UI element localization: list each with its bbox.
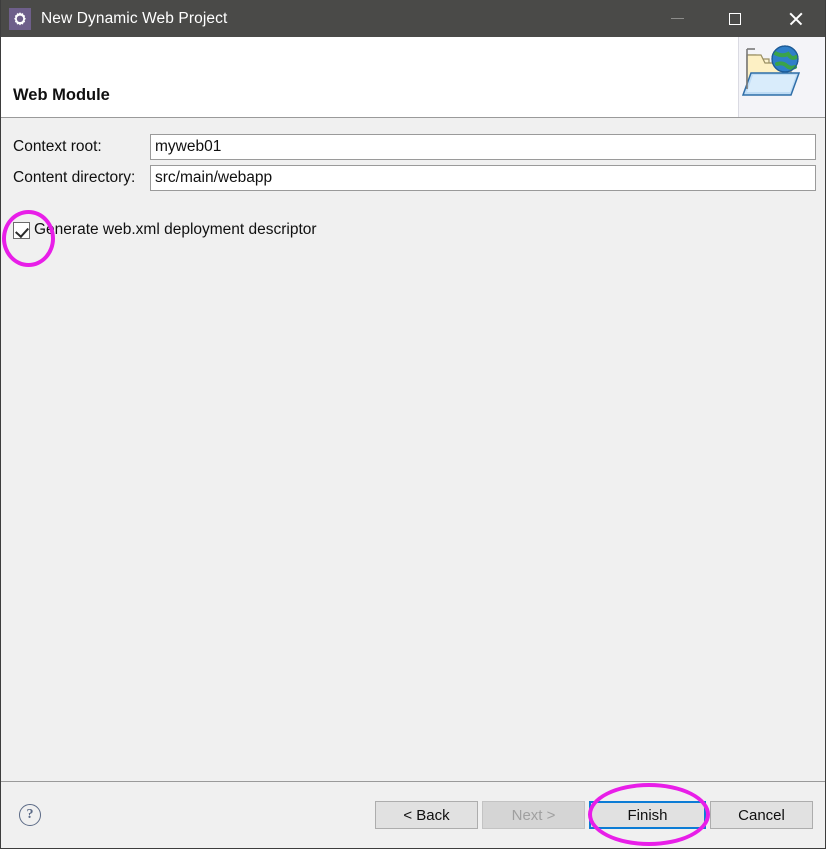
window-title: New Dynamic Web Project: [41, 9, 228, 27]
wizard-body: Context root: Content directory: Generat…: [1, 118, 825, 781]
generate-webxml-label: Generate web.xml deployment descriptor: [34, 221, 317, 238]
checkmark-icon: [15, 223, 29, 238]
window-controls: [648, 0, 825, 37]
maximize-icon[interactable]: [706, 0, 764, 37]
finish-button[interactable]: Finish: [589, 801, 706, 829]
generate-webxml-row[interactable]: Generate web.xml deployment descriptor: [13, 221, 317, 239]
wizard-header: Web Module Configure web module settings…: [1, 37, 825, 135]
generate-webxml-checkbox[interactable]: [13, 221, 30, 239]
context-root-input[interactable]: [150, 134, 816, 160]
content-directory-label: Content directory:: [13, 169, 136, 186]
close-icon[interactable]: [764, 0, 825, 37]
content-directory-row: Content directory:: [1, 165, 816, 191]
new-dynamic-web-project-dialog: New Dynamic Web Project Web Module Confi…: [0, 0, 826, 849]
context-root-label: Context root:: [13, 138, 102, 155]
title-bar: New Dynamic Web Project: [1, 0, 825, 37]
content-directory-input[interactable]: [150, 165, 816, 191]
back-button[interactable]: < Back: [375, 801, 478, 829]
cancel-button[interactable]: Cancel: [710, 801, 813, 829]
page-title: Web Module: [13, 86, 110, 104]
next-button: Next >: [482, 801, 585, 829]
gear-icon: [9, 7, 31, 30]
context-root-row: Context root:: [1, 134, 816, 160]
web-folder-globe-icon: [738, 37, 825, 117]
minimize-icon[interactable]: [648, 0, 706, 37]
help-icon[interactable]: ?: [19, 804, 41, 826]
